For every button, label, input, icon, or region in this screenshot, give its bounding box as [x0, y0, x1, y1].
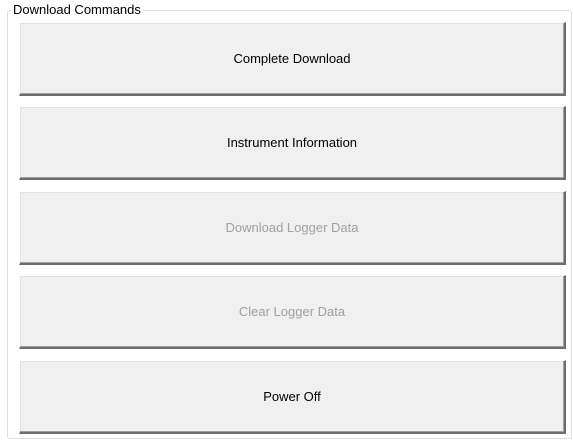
download-logger-data-button[interactable]: Download Logger Data	[19, 191, 566, 265]
clear-logger-data-label: Clear Logger Data	[238, 304, 346, 319]
complete-download-button[interactable]: Complete Download	[19, 22, 566, 96]
instrument-information-label: Instrument Information	[226, 135, 358, 150]
groupbox-title: Download Commands	[11, 2, 143, 18]
clear-logger-data-button[interactable]: Clear Logger Data	[19, 275, 566, 349]
instrument-information-button[interactable]: Instrument Information	[19, 106, 566, 180]
power-off-button[interactable]: Power Off	[19, 360, 566, 434]
power-off-label: Power Off	[263, 389, 321, 404]
complete-download-label: Complete Download	[233, 51, 351, 66]
download-logger-data-label: Download Logger Data	[225, 220, 359, 235]
